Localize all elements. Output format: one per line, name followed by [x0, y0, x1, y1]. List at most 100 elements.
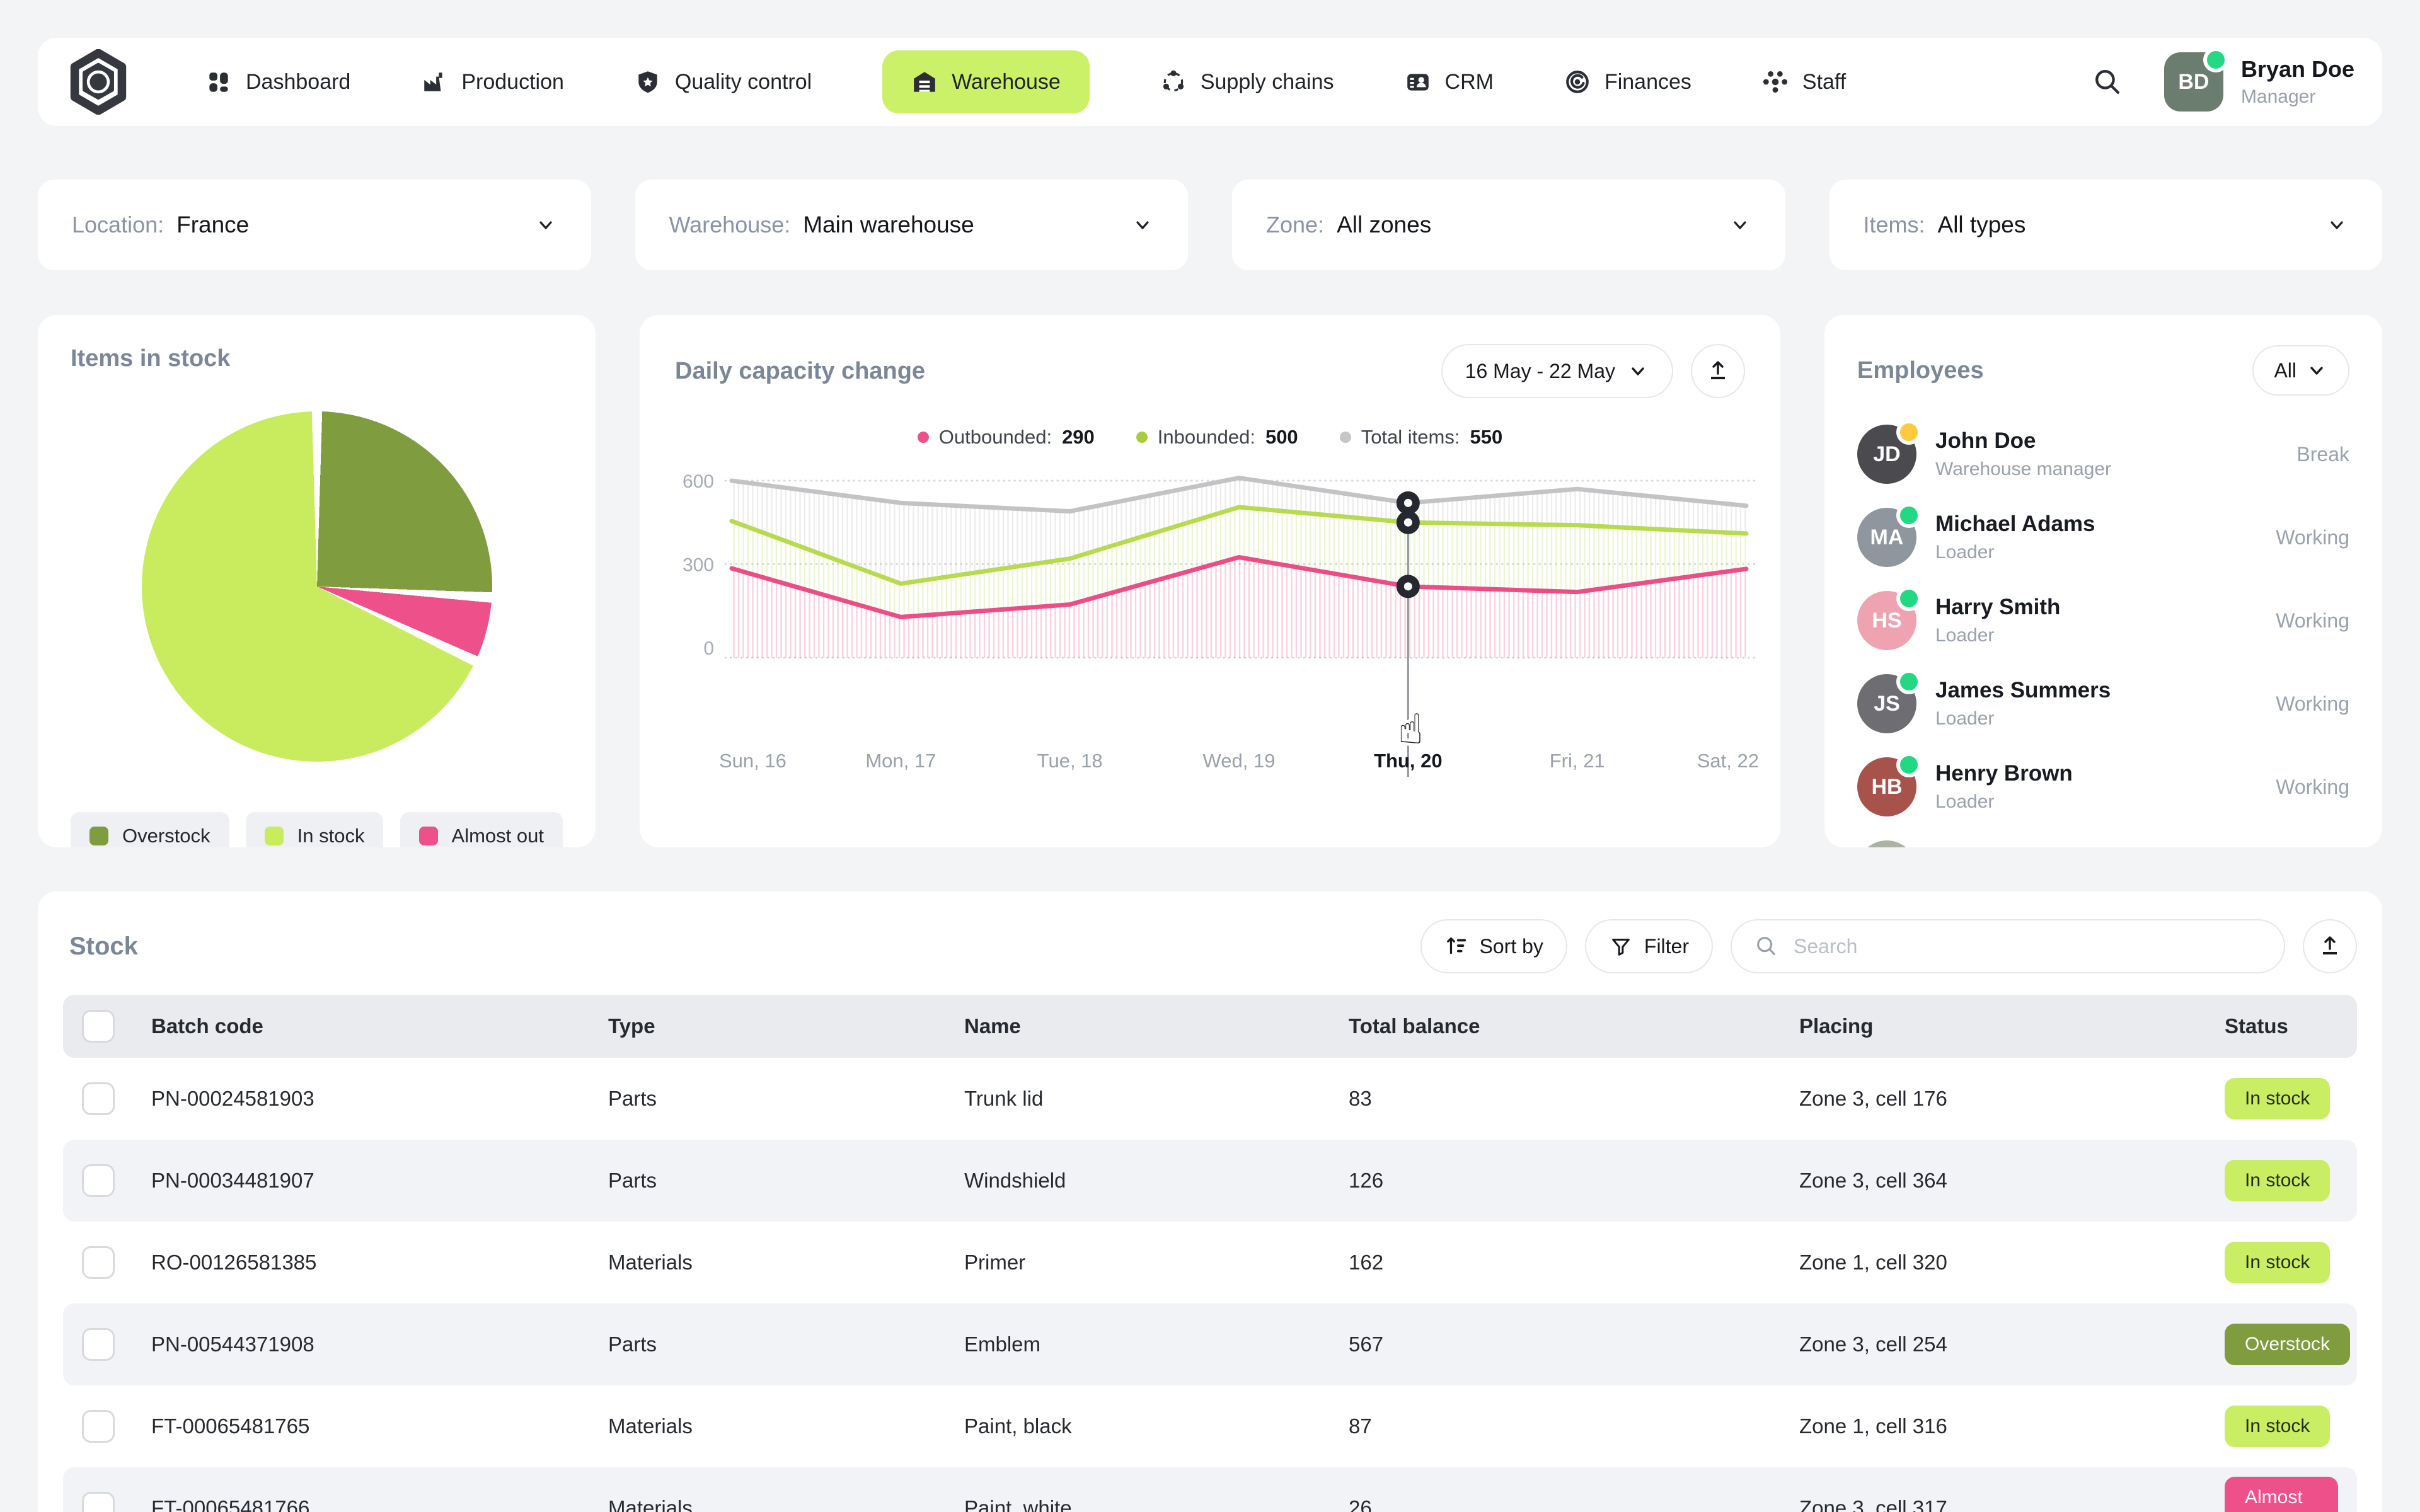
employee-row[interactable]: MA Michael Adams Loader Working — [1857, 503, 2349, 567]
column-header-type: Type — [608, 1014, 655, 1038]
nav-item-label: Finances — [1604, 69, 1691, 94]
pie-legend-chip-almost-out: Almost out — [400, 812, 563, 847]
filter-label: Location: — [72, 212, 164, 238]
user-role: Manager — [2240, 86, 2316, 107]
nav-item-warehouse[interactable]: Warehouse — [882, 50, 1090, 113]
nav-item-supply-chains[interactable]: Supply chains — [1160, 50, 1334, 113]
column-header-placing: Placing — [1799, 1014, 1874, 1038]
cell-status: In stock — [2225, 1406, 2338, 1447]
table-row[interactable]: PN-00024581903 Parts Trunk lid 83 Zone 3, ce… — [63, 1058, 2357, 1140]
nav-item-finances[interactable]: Finances — [1564, 50, 1691, 113]
row-checkbox[interactable] — [82, 1410, 115, 1443]
status-badge: In stock — [2225, 1160, 2331, 1201]
row-checkbox-cell — [82, 1492, 151, 1512]
employee-row[interactable]: JS James Summers Loader Working — [1857, 669, 2349, 733]
svg-text:Fri, 21: Fri, 21 — [1550, 750, 1605, 772]
search-icon[interactable] — [2092, 67, 2123, 97]
cell-name: Trunk lid — [964, 1087, 1044, 1110]
cards-row: Items in stock Overstock In stock Almost o… — [38, 315, 2382, 847]
date-range-value: 16 May - 22 May — [1465, 359, 1615, 382]
user-meta: Bryan Doe Manager — [2241, 56, 2354, 108]
employee-name: James Summers — [1935, 678, 2111, 702]
stock-search-input[interactable] — [1792, 934, 2261, 959]
nav-item-dashboard[interactable]: Dashboard — [205, 50, 350, 113]
crm-icon — [1405, 69, 1431, 95]
svg-text:Tue, 18: Tue, 18 — [1037, 750, 1103, 772]
filter-button[interactable]: Filter — [1584, 919, 1713, 973]
row-checkbox[interactable] — [82, 1164, 115, 1197]
employee-row[interactable]: HB Henry Brown Loader Working — [1857, 752, 2349, 816]
row-checkbox-cell — [82, 1410, 151, 1443]
export-chart-button[interactable] — [1691, 344, 1745, 398]
legend-label: Outbounded: — [938, 426, 1052, 448]
cell-balance: 126 — [1349, 1169, 1384, 1192]
filter-dropdown-items[interactable]: Items: All types — [1829, 180, 2382, 270]
items-in-stock-pie-chart[interactable] — [141, 411, 492, 762]
chevron-down-icon — [2325, 214, 2348, 236]
employee-role: Warehouse manager — [1935, 459, 2112, 479]
svg-text:Mon, 17: Mon, 17 — [865, 750, 936, 772]
row-checkbox[interactable] — [82, 1328, 115, 1361]
warehouse-icon — [911, 69, 938, 95]
table-header-row: Batch code Type Name Total balance Placing St… — [63, 995, 2357, 1058]
table-row[interactable]: PN-00544371908 Parts Emblem 567 Zone 3, cell… — [63, 1303, 2357, 1385]
filter-dropdown-zone[interactable]: Zone: All zones — [1232, 180, 1785, 270]
chevron-down-icon — [2305, 359, 2328, 382]
filter-value: France — [176, 212, 250, 238]
table-row[interactable]: RO-00126581385 Materials Primer 162 Zone 1, … — [63, 1222, 2357, 1303]
employee-row[interactable]: JD John Doe Warehouse manager Break — [1857, 420, 2349, 484]
employee-status: Working — [2276, 692, 2349, 715]
cell-name: Emblem — [964, 1332, 1041, 1356]
cell-type: Parts — [608, 1087, 657, 1110]
filter-dropdown-location[interactable]: Location: France — [38, 180, 591, 270]
status-badge: In stock — [2225, 1078, 2331, 1120]
employee-role: Loader — [1935, 708, 1995, 729]
sort-by-button[interactable]: Sort by — [1420, 919, 1567, 973]
cell-placing: Zone 3, cell 317 — [1799, 1496, 1947, 1512]
legend-label: Total items: — [1361, 426, 1460, 448]
employee-status: Working — [2276, 525, 2349, 549]
app-logo[interactable] — [66, 49, 131, 115]
employee-status: Working — [2276, 775, 2349, 798]
daily-capacity-card: Daily capacity change 16 May - 22 May Ou… — [640, 315, 1780, 847]
nav-right: BD Bryan Doe Manager — [2092, 47, 2354, 112]
nav-item-production[interactable]: Production — [421, 50, 564, 113]
main-nav: Dashboard Production Quality control Wareho… — [205, 50, 1846, 113]
nav-item-staff[interactable]: Staff — [1762, 50, 1846, 113]
user-chip[interactable]: BD Bryan Doe Manager — [2164, 47, 2354, 112]
row-checkbox[interactable] — [82, 1246, 115, 1279]
employee-meta: James Summers Loader — [1935, 678, 2111, 730]
row-checkbox[interactable] — [82, 1492, 115, 1512]
column-header-name: Name — [964, 1014, 1021, 1038]
cell-batch: PN-00024581903 — [151, 1087, 314, 1110]
export-table-button[interactable] — [2303, 919, 2357, 973]
nav-item-label: Warehouse — [952, 69, 1061, 94]
employees-filter-select[interactable]: All — [2252, 345, 2349, 396]
cell-type: Materials — [608, 1496, 693, 1512]
filter-value: Main warehouse — [803, 212, 974, 238]
select-all-checkbox[interactable] — [82, 1010, 115, 1043]
employee-status: Break — [2296, 442, 2349, 466]
nav-item-label: CRM — [1444, 69, 1494, 94]
table-row[interactable]: FT-00065481766 Materials Paint, white 26 Zon… — [63, 1467, 2357, 1512]
chart-header: Daily capacity change 16 May - 22 May — [675, 344, 1745, 398]
nav-item-crm[interactable]: CRM — [1405, 50, 1494, 113]
employee-row[interactable]: HS Harry Smith Loader Working — [1857, 586, 2349, 650]
nav-item-quality-control[interactable]: Quality control — [635, 50, 812, 113]
svg-text:Thu, 20: Thu, 20 — [1374, 750, 1443, 772]
row-checkbox[interactable] — [82, 1082, 115, 1115]
table-row[interactable]: FT-00065481765 Materials Paint, black 87 Zon… — [63, 1385, 2357, 1467]
daily-capacity-line-chart[interactable]: 600 300 0 ☝ Sun, 16 Mon, 17 Tue, 18 Wed, 19 Thu,… — [675, 459, 1772, 786]
employee-avatar: JD — [1857, 420, 1922, 484]
filter-dropdown-warehouse[interactable]: Warehouse: Main warehouse — [635, 180, 1188, 270]
chevron-down-icon — [1627, 360, 1649, 382]
table-row[interactable]: PN-00034481907 Parts Windshield 126 Zone 3, … — [63, 1140, 2357, 1222]
legend-label: Inbounded: — [1157, 426, 1255, 448]
date-range-select[interactable]: 16 May - 22 May — [1441, 344, 1673, 398]
employee-role: Loader — [1935, 625, 1995, 646]
sort-by-label: Sort by — [1479, 934, 1543, 958]
cell-status: In stock — [2225, 1242, 2338, 1283]
nav-item-label: Quality control — [674, 69, 812, 94]
pie-legend-chip-overstock: Overstock — [71, 812, 229, 847]
column-header-status: Status — [2225, 1014, 2288, 1038]
